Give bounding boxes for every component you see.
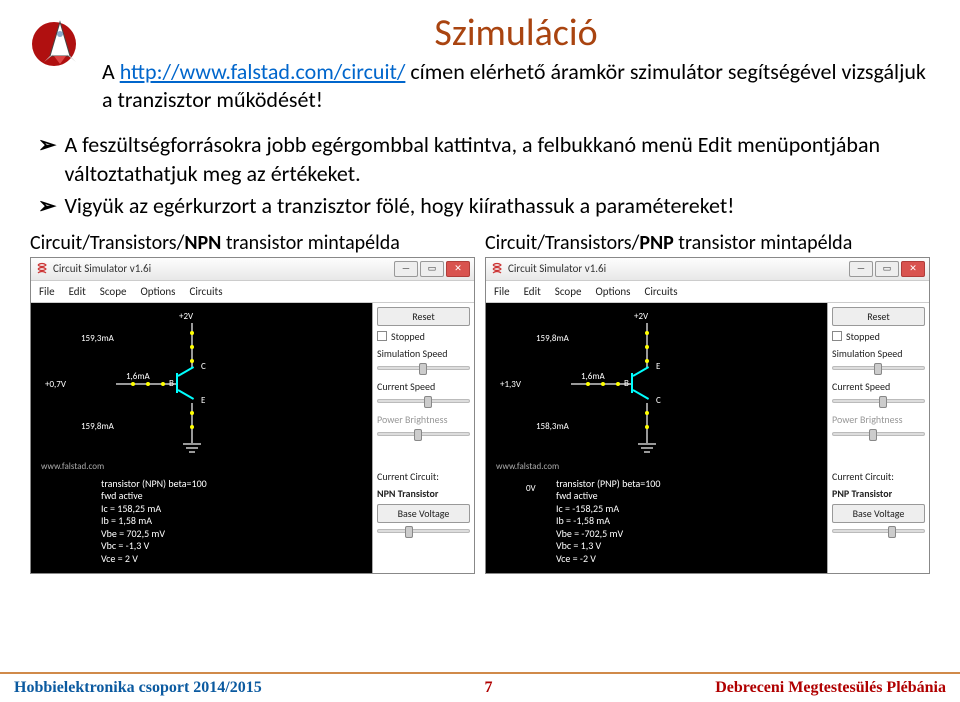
- reset-button[interactable]: Reset: [377, 307, 470, 326]
- current-circuit-label: Current Circuit:: [377, 470, 470, 483]
- close-button[interactable]: ✕: [901, 261, 925, 277]
- label-ie: 159,8mA: [536, 333, 569, 344]
- maximize-button[interactable]: ▭: [875, 261, 899, 277]
- label-ic: 159,3mA: [81, 333, 114, 344]
- label-ie: 159,8mA: [81, 421, 114, 432]
- label-vcc: +2V: [634, 311, 648, 322]
- menu-circuits[interactable]: Circuits: [189, 285, 222, 298]
- current-circuit-name: PNP Transistor: [832, 487, 925, 500]
- wire: [191, 403, 193, 443]
- power-brightness-slider[interactable]: [832, 432, 925, 436]
- stopped-checkbox[interactable]: Stopped: [377, 330, 470, 343]
- ground-icon: [183, 443, 201, 453]
- sim-speed-slider[interactable]: [377, 366, 470, 370]
- canvas-url: www.falstad.com: [496, 461, 559, 472]
- close-button[interactable]: ✕: [446, 261, 470, 277]
- side-panel: Reset Stopped Simulation Speed Current S…: [372, 303, 474, 573]
- window-title: Circuit Simulator v1.6i: [508, 262, 849, 275]
- menu-circuits[interactable]: Circuits: [644, 285, 677, 298]
- intro-link[interactable]: http://www.falstad.com/circuit/: [120, 58, 406, 85]
- base-voltage-button[interactable]: Base Voltage: [832, 504, 925, 523]
- bullet-text: A feszültségforrásokra jobb egérgombbal …: [64, 131, 922, 188]
- wire: [646, 403, 648, 443]
- label-vb: +0,7V: [45, 379, 66, 390]
- menu-options[interactable]: Options: [595, 285, 630, 298]
- intro-prefix: A: [102, 58, 120, 85]
- menu-edit[interactable]: Edit: [69, 285, 86, 298]
- bullet-text: Vigyük az egérkurzort a tranzisztor fölé…: [64, 192, 734, 221]
- rocket-logo-icon: [30, 10, 90, 70]
- circuit-canvas[interactable]: +2V 159,8mA 1,6mA +1,3V B E C: [486, 303, 827, 573]
- menu-file[interactable]: File: [494, 285, 510, 298]
- sim-caption-pnp: Circuit/Transistors/PNP transistor minta…: [485, 231, 930, 255]
- menu-options[interactable]: Options: [140, 285, 175, 298]
- bullet-item: ➢ A feszültségforrásokra jobb egérgombba…: [38, 131, 922, 188]
- stopped-checkbox[interactable]: Stopped: [832, 330, 925, 343]
- current-circuit-name: NPN Transistor: [377, 487, 470, 500]
- label-vcc: +2V: [179, 311, 193, 322]
- power-brightness-label: Power Brightness: [832, 413, 925, 426]
- minimize-button[interactable]: —: [394, 261, 418, 277]
- base-voltage-slider[interactable]: [832, 529, 925, 533]
- label-b: B: [624, 378, 629, 389]
- base-voltage-slider[interactable]: [377, 529, 470, 533]
- menu-scope[interactable]: Scope: [100, 285, 127, 298]
- footer-left: Hobbielektronika csoport 2014/2015: [14, 679, 262, 697]
- current-speed-label: Current Speed: [377, 380, 470, 393]
- reset-button[interactable]: Reset: [832, 307, 925, 326]
- sim-window-pnp: Circuit Simulator v1.6i — ▭ ✕ File Edit …: [485, 257, 930, 574]
- footer-right: Debreceni Megtestesülés Plébánia: [715, 679, 946, 697]
- label-b: B: [169, 378, 174, 389]
- label-ib: 1,6mA: [126, 371, 150, 382]
- arrow-icon: ➢: [38, 131, 56, 160]
- label-gnd: 0V: [526, 483, 536, 494]
- label-vb: +1,3V: [500, 379, 521, 390]
- titlebar: Circuit Simulator v1.6i — ▭ ✕: [486, 258, 929, 281]
- menu-file[interactable]: File: [39, 285, 55, 298]
- java-icon: [490, 262, 504, 276]
- intro-text: A http://www.falstad.com/circuit/ címen …: [102, 58, 930, 113]
- label-c: C: [656, 395, 661, 406]
- sim-speed-label: Simulation Speed: [832, 347, 925, 360]
- power-brightness-slider[interactable]: [377, 432, 470, 436]
- current-speed-slider[interactable]: [832, 399, 925, 403]
- java-icon: [35, 262, 49, 276]
- sim-speed-label: Simulation Speed: [377, 347, 470, 360]
- canvas-url: www.falstad.com: [41, 461, 104, 472]
- power-brightness-label: Power Brightness: [377, 413, 470, 426]
- transistor-readout: transistor (NPN) beta=100 fwd active Ic …: [101, 478, 207, 566]
- window-title: Circuit Simulator v1.6i: [53, 262, 394, 275]
- current-speed-label: Current Speed: [832, 380, 925, 393]
- current-circuit-label: Current Circuit:: [832, 470, 925, 483]
- menubar: File Edit Scope Options Circuits: [486, 281, 929, 303]
- circuit-canvas[interactable]: +2V 159,3mA 1,6mA +0,7V B C: [31, 303, 372, 573]
- minimize-button[interactable]: —: [849, 261, 873, 277]
- sim-speed-slider[interactable]: [832, 366, 925, 370]
- sim-window-npn: Circuit Simulator v1.6i — ▭ ✕ File Edit …: [30, 257, 475, 574]
- bullet-item: ➢ Vigyük az egérkurzort a tranzisztor fö…: [38, 192, 922, 221]
- sim-caption-npn: Circuit/Transistors/NPN transistor minta…: [30, 231, 475, 255]
- footer-page-number: 7: [484, 679, 492, 697]
- titlebar: Circuit Simulator v1.6i — ▭ ✕: [31, 258, 474, 281]
- label-e: E: [201, 395, 205, 406]
- side-panel: Reset Stopped Simulation Speed Current S…: [827, 303, 929, 573]
- menu-edit[interactable]: Edit: [524, 285, 541, 298]
- menubar: File Edit Scope Options Circuits: [31, 281, 474, 303]
- slide-footer: Hobbielektronika csoport 2014/2015 7 Deb…: [0, 672, 960, 702]
- transistor-readout: transistor (PNP) beta=100 fwd active Ic …: [556, 478, 660, 566]
- maximize-button[interactable]: ▭: [420, 261, 444, 277]
- page-title: Szimuláció: [102, 10, 930, 56]
- arrow-icon: ➢: [38, 192, 56, 221]
- label-ic: 158,3mA: [536, 421, 569, 432]
- current-speed-slider[interactable]: [377, 399, 470, 403]
- ground-icon: [638, 443, 656, 453]
- label-e: E: [656, 361, 660, 372]
- menu-scope[interactable]: Scope: [555, 285, 582, 298]
- label-ib: 1,6mA: [581, 371, 605, 382]
- label-c: C: [201, 361, 206, 372]
- base-voltage-button[interactable]: Base Voltage: [377, 504, 470, 523]
